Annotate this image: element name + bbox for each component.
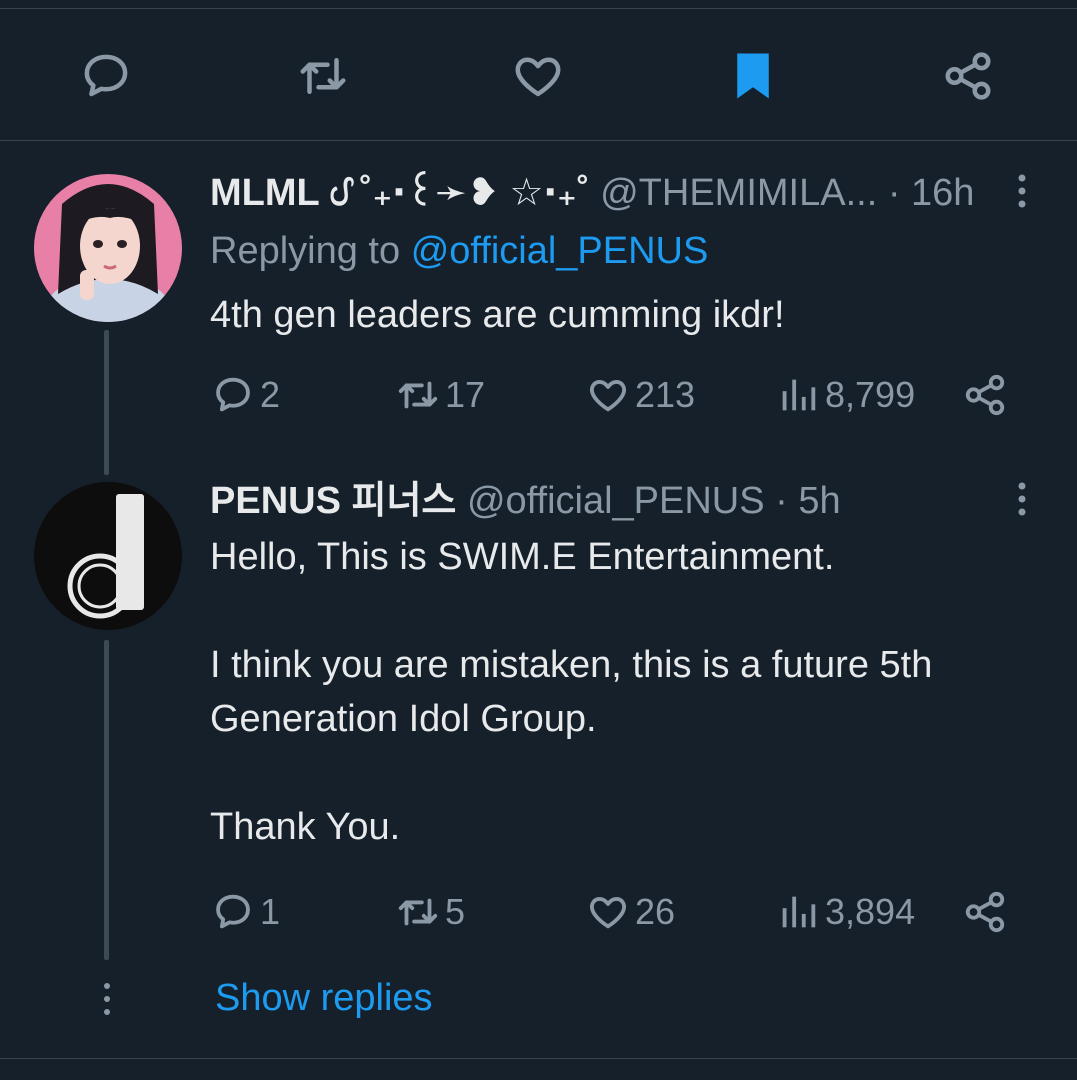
views-stat[interactable]: 8,799 — [775, 370, 915, 420]
top-divider — [0, 8, 1077, 9]
reply-icon — [216, 377, 250, 412]
like-count: 26 — [635, 891, 676, 932]
handle[interactable]: @THEMIMILA... — [600, 172, 877, 214]
reply-count: 1 — [260, 891, 281, 932]
show-replies-link[interactable]: Show replies — [215, 975, 433, 1021]
avatar[interactable] — [34, 174, 182, 322]
handle[interactable]: @official_PENUS — [467, 480, 765, 522]
retweet-count: 17 — [445, 374, 486, 415]
tweet-text: 4th gen leaders are cumming ikdr! — [210, 288, 785, 342]
reply-stat[interactable]: 2 — [210, 370, 280, 420]
views-icon — [782, 896, 816, 928]
like-count: 213 — [635, 374, 696, 415]
replying-to-label: Replying to — [210, 230, 401, 272]
avatar-image — [34, 174, 182, 322]
like-stat[interactable]: 26 — [585, 887, 675, 937]
retweet-stat[interactable]: 17 — [395, 370, 485, 420]
avatar-image — [34, 482, 182, 630]
tweet-action-bar — [0, 30, 1077, 120]
thread-continuation-dots — [100, 980, 114, 1020]
share-icon — [965, 374, 1005, 416]
retweet-count: 5 — [445, 891, 466, 932]
like-icon — [590, 380, 626, 412]
bookmark-button[interactable] — [725, 48, 781, 104]
tweet-text-line: Thank You. — [210, 806, 401, 848]
more-options-button[interactable] — [1007, 172, 1037, 212]
more-vertical-icon — [1018, 174, 1026, 208]
retweet-icon — [398, 381, 438, 409]
avatar[interactable] — [34, 482, 182, 630]
replying-to-mention[interactable]: @official_PENUS — [411, 230, 709, 272]
more-options-button[interactable] — [1007, 480, 1037, 520]
display-name[interactable]: PENUS 피너스 — [210, 480, 456, 522]
more-vertical-icon — [104, 983, 110, 1015]
share-stat[interactable] — [962, 887, 1012, 937]
timestamp[interactable]: · 5h — [775, 480, 840, 522]
like-icon — [515, 57, 561, 97]
views-stat[interactable]: 3,894 — [775, 887, 915, 937]
thread-line — [104, 640, 109, 960]
share-icon — [945, 52, 991, 100]
tweet-stats: 2 17 213 8,799 — [210, 370, 1030, 420]
retweet-icon — [300, 58, 346, 94]
retweet-icon — [398, 898, 438, 926]
replying-to: Replying to @official_PENUS — [210, 228, 708, 274]
bookmark-icon — [737, 53, 769, 99]
retweet-button[interactable] — [295, 48, 351, 104]
share-stat[interactable] — [962, 370, 1012, 420]
more-vertical-icon — [1018, 482, 1026, 516]
thread-line — [104, 330, 109, 475]
retweet-stat[interactable]: 5 — [395, 887, 465, 937]
views-count: 3,894 — [825, 891, 916, 932]
timestamp[interactable]: · 16h — [888, 172, 975, 214]
like-stat[interactable]: 213 — [585, 370, 695, 420]
display-name[interactable]: MLML ᦔ ˚₊‧꒰➛❥ ☆‧₊˚ — [210, 172, 590, 214]
reply-icon — [84, 54, 128, 97]
reply-button[interactable] — [78, 48, 134, 104]
views-icon — [782, 379, 816, 411]
bottom-divider — [0, 1058, 1077, 1059]
share-button[interactable] — [940, 48, 996, 104]
tweet-header: PENUS 피너스 @official_PENUS · 5h — [210, 478, 841, 524]
action-bar-divider — [0, 140, 1077, 141]
tweet-header: MLML ᦔ ˚₊‧꒰➛❥ ☆‧₊˚ @THEMIMILA... · 16h — [210, 170, 974, 216]
reply-icon — [216, 894, 250, 929]
reply-stat[interactable]: 1 — [210, 887, 280, 937]
tweet-stats: 1 5 26 3,894 — [210, 887, 1030, 937]
share-icon — [965, 891, 1005, 933]
views-count: 8,799 — [825, 374, 916, 415]
like-icon — [590, 897, 626, 929]
tweet-text-line: I think you are mistaken, this is a futu… — [210, 644, 933, 686]
reply-count: 2 — [260, 374, 281, 415]
like-button[interactable] — [510, 48, 566, 104]
tweet-text-line: Generation Idol Group. — [210, 698, 597, 740]
tweet-text-line: Hello, This is SWIM.E Entertainment. — [210, 536, 835, 578]
tweet-text-line: 4th gen leaders are cumming ikdr! — [210, 294, 785, 336]
tweet-text: Hello, This is SWIM.E Entertainment. I t… — [210, 530, 932, 854]
